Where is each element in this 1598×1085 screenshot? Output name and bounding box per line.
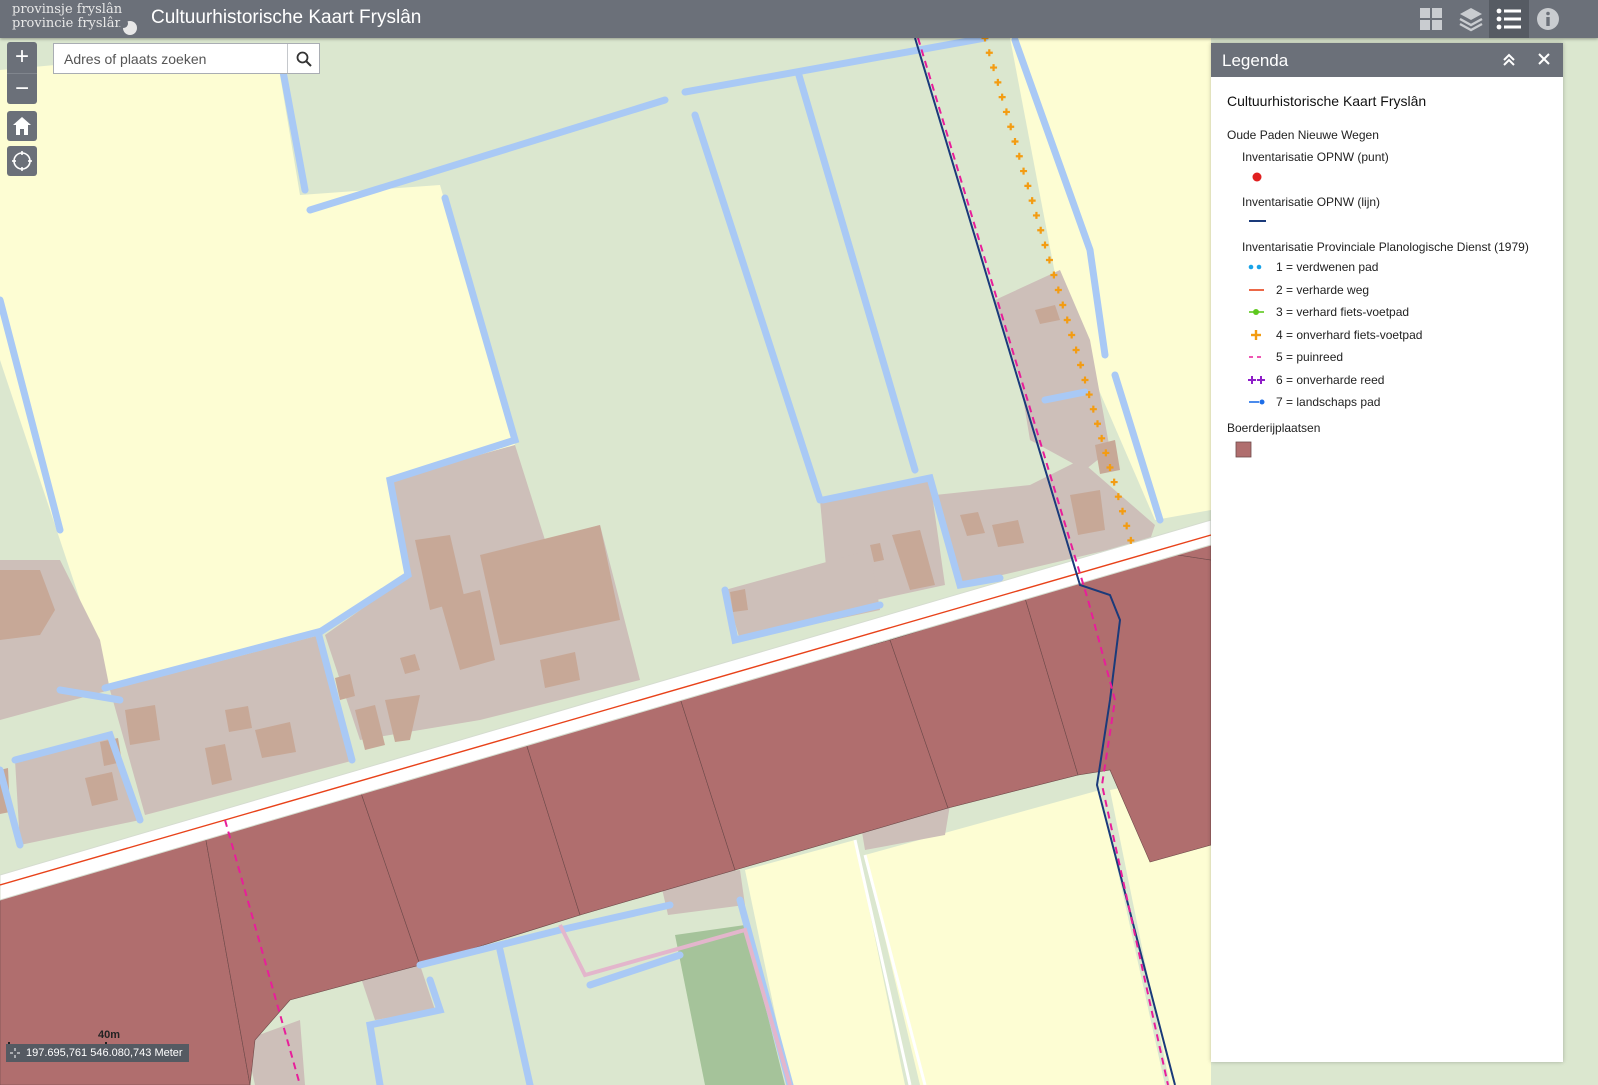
legend-class-7: 7 = landschaps pad [1276, 395, 1381, 409]
verhard-fiets-voetpad-symbol [1249, 309, 1264, 315]
info-button[interactable] [1528, 0, 1568, 38]
info-icon [1537, 8, 1559, 30]
widget-grid-icon [1420, 8, 1442, 30]
scale-label: 40m [98, 1029, 121, 1041]
legend-list-icon [1496, 8, 1521, 30]
verharde-weg-symbol [1249, 289, 1264, 291]
coordinate-readout[interactable]: 197.695,761 546.080,743 Meter [6, 1044, 189, 1062]
legend-layer-punt: Inventarisatie OPNW (punt) [1242, 150, 1389, 164]
building [125, 705, 160, 745]
onverhard-fiets-voetpad-symbol [1251, 330, 1261, 340]
legend-service-title: Cultuurhistorische Kaart Fryslân [1227, 93, 1427, 109]
app-title: Cultuurhistorische Kaart Fryslân [151, 7, 422, 28]
legend-class-1: 1 = verdwenen pad [1276, 260, 1379, 274]
home-icon [13, 117, 31, 135]
province-logo[interactable]: provinsje fryslân provincie fryslân [12, 3, 142, 35]
widget-grid-button[interactable] [1411, 0, 1451, 38]
legend-button[interactable] [1489, 0, 1529, 38]
collapse-icon[interactable] [1500, 51, 1518, 69]
search-input[interactable] [54, 44, 288, 73]
verdwenen-pad-symbol [1248, 264, 1262, 270]
onverharde-reed-symbol [1248, 376, 1265, 384]
dark-blue-line-symbol [1249, 220, 1266, 222]
search-button[interactable] [287, 44, 319, 73]
legend-layer-lijn: Inventarisatie OPNW (lijn) [1242, 195, 1381, 209]
legend-class-3: 3 = verhard fiets-voetpad [1276, 305, 1410, 319]
coordinate-text: 197.695,761 546.080,743 Meter [26, 1047, 183, 1059]
legend-group-boerderijplaatsen: Boerderijplaatsen [1227, 421, 1321, 435]
legend-layer-ppd: Inventarisatie Provinciale Planologische… [1242, 240, 1529, 254]
logo-line-frisian: provinsje fryslân [12, 2, 123, 17]
legend-header: Legenda [1211, 43, 1563, 77]
close-icon[interactable] [1535, 50, 1553, 68]
zoom-in-button[interactable]: + [7, 42, 37, 73]
layers-icon [1459, 8, 1483, 32]
legend-class-4: 4 = onverhard fiets-voetpad [1276, 328, 1423, 342]
building [225, 706, 252, 732]
home-button[interactable] [7, 111, 37, 141]
app-header: provinsje fryslân provincie fryslân Cult… [0, 0, 1598, 38]
landschaps-pad-symbol [1249, 399, 1265, 405]
zoom-out-button[interactable]: − [7, 73, 37, 104]
building [730, 589, 748, 612]
locate-icon [12, 151, 32, 171]
legend-group-oude-paden: Oude Paden Nieuwe Wegen [1227, 128, 1379, 142]
crosshair-icon [10, 1048, 20, 1058]
logo-swirl-icon [119, 19, 137, 35]
search-box [53, 43, 320, 74]
search-icon [296, 51, 312, 67]
legend-class-6: 6 = onverharde reed [1276, 373, 1385, 387]
legend-class-5: 5 = puinreed [1276, 350, 1344, 364]
locate-button[interactable] [7, 146, 37, 176]
zoom-control: + − [7, 42, 37, 104]
boerderij-swatch [1235, 441, 1252, 458]
legend-class-2: 2 = verharde weg [1276, 283, 1370, 297]
legend-title: Legenda [1222, 51, 1289, 70]
red-dot-symbol [1252, 172, 1262, 182]
legend-panel: Legenda Cultuurhistorische Kaart Fryslân… [1211, 43, 1563, 1062]
layers-button[interactable] [1451, 0, 1491, 38]
puinreed-symbol [1249, 356, 1265, 358]
